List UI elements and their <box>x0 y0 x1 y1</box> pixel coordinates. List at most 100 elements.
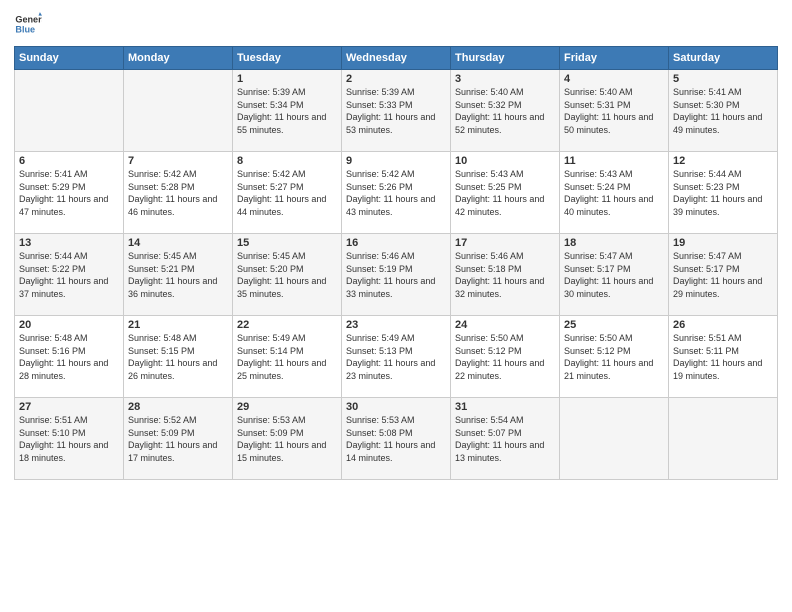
weekday-header-monday: Monday <box>124 47 233 70</box>
day-number: 25 <box>564 319 664 331</box>
day-cell: 4Sunrise: 5:40 AM Sunset: 5:31 PM Daylig… <box>560 70 669 152</box>
day-number: 20 <box>19 319 119 331</box>
day-content: Sunrise: 5:53 AM Sunset: 5:09 PM Dayligh… <box>237 414 337 464</box>
day-cell: 16Sunrise: 5:46 AM Sunset: 5:19 PM Dayli… <box>342 234 451 316</box>
day-content: Sunrise: 5:54 AM Sunset: 5:07 PM Dayligh… <box>455 414 555 464</box>
day-content: Sunrise: 5:53 AM Sunset: 5:08 PM Dayligh… <box>346 414 446 464</box>
day-number: 19 <box>673 237 773 249</box>
calendar-table: SundayMondayTuesdayWednesdayThursdayFrid… <box>14 46 778 480</box>
day-number: 14 <box>128 237 228 249</box>
day-content: Sunrise: 5:39 AM Sunset: 5:33 PM Dayligh… <box>346 86 446 136</box>
day-cell <box>15 70 124 152</box>
day-number: 21 <box>128 319 228 331</box>
svg-text:Blue: Blue <box>15 24 35 34</box>
day-cell: 30Sunrise: 5:53 AM Sunset: 5:08 PM Dayli… <box>342 398 451 480</box>
weekday-header-saturday: Saturday <box>669 47 778 70</box>
day-content: Sunrise: 5:48 AM Sunset: 5:16 PM Dayligh… <box>19 332 119 382</box>
day-cell <box>124 70 233 152</box>
week-row-1: 1Sunrise: 5:39 AM Sunset: 5:34 PM Daylig… <box>15 70 778 152</box>
day-cell: 5Sunrise: 5:41 AM Sunset: 5:30 PM Daylig… <box>669 70 778 152</box>
day-content: Sunrise: 5:43 AM Sunset: 5:25 PM Dayligh… <box>455 168 555 218</box>
day-content: Sunrise: 5:50 AM Sunset: 5:12 PM Dayligh… <box>564 332 664 382</box>
day-cell: 10Sunrise: 5:43 AM Sunset: 5:25 PM Dayli… <box>451 152 560 234</box>
day-number: 31 <box>455 401 555 413</box>
day-content: Sunrise: 5:40 AM Sunset: 5:32 PM Dayligh… <box>455 86 555 136</box>
header: General Blue <box>14 10 778 38</box>
day-content: Sunrise: 5:44 AM Sunset: 5:23 PM Dayligh… <box>673 168 773 218</box>
day-number: 6 <box>19 155 119 167</box>
day-cell: 25Sunrise: 5:50 AM Sunset: 5:12 PM Dayli… <box>560 316 669 398</box>
day-cell: 8Sunrise: 5:42 AM Sunset: 5:27 PM Daylig… <box>233 152 342 234</box>
day-cell: 27Sunrise: 5:51 AM Sunset: 5:10 PM Dayli… <box>15 398 124 480</box>
day-number: 23 <box>346 319 446 331</box>
day-content: Sunrise: 5:39 AM Sunset: 5:34 PM Dayligh… <box>237 86 337 136</box>
day-cell: 11Sunrise: 5:43 AM Sunset: 5:24 PM Dayli… <box>560 152 669 234</box>
day-content: Sunrise: 5:48 AM Sunset: 5:15 PM Dayligh… <box>128 332 228 382</box>
day-number: 22 <box>237 319 337 331</box>
day-number: 13 <box>19 237 119 249</box>
day-cell: 17Sunrise: 5:46 AM Sunset: 5:18 PM Dayli… <box>451 234 560 316</box>
day-number: 16 <box>346 237 446 249</box>
day-content: Sunrise: 5:42 AM Sunset: 5:27 PM Dayligh… <box>237 168 337 218</box>
day-content: Sunrise: 5:44 AM Sunset: 5:22 PM Dayligh… <box>19 250 119 300</box>
day-number: 9 <box>346 155 446 167</box>
day-cell: 31Sunrise: 5:54 AM Sunset: 5:07 PM Dayli… <box>451 398 560 480</box>
logo-icon: General Blue <box>14 10 42 38</box>
day-content: Sunrise: 5:42 AM Sunset: 5:26 PM Dayligh… <box>346 168 446 218</box>
day-number: 4 <box>564 73 664 85</box>
day-cell: 19Sunrise: 5:47 AM Sunset: 5:17 PM Dayli… <box>669 234 778 316</box>
day-cell: 7Sunrise: 5:42 AM Sunset: 5:28 PM Daylig… <box>124 152 233 234</box>
day-number: 11 <box>564 155 664 167</box>
day-number: 8 <box>237 155 337 167</box>
day-number: 24 <box>455 319 555 331</box>
day-content: Sunrise: 5:42 AM Sunset: 5:28 PM Dayligh… <box>128 168 228 218</box>
day-cell: 20Sunrise: 5:48 AM Sunset: 5:16 PM Dayli… <box>15 316 124 398</box>
day-content: Sunrise: 5:43 AM Sunset: 5:24 PM Dayligh… <box>564 168 664 218</box>
day-cell: 1Sunrise: 5:39 AM Sunset: 5:34 PM Daylig… <box>233 70 342 152</box>
day-content: Sunrise: 5:49 AM Sunset: 5:14 PM Dayligh… <box>237 332 337 382</box>
day-cell: 21Sunrise: 5:48 AM Sunset: 5:15 PM Dayli… <box>124 316 233 398</box>
day-number: 5 <box>673 73 773 85</box>
day-cell <box>560 398 669 480</box>
day-number: 18 <box>564 237 664 249</box>
day-cell: 9Sunrise: 5:42 AM Sunset: 5:26 PM Daylig… <box>342 152 451 234</box>
day-number: 15 <box>237 237 337 249</box>
day-number: 27 <box>19 401 119 413</box>
weekday-header-friday: Friday <box>560 47 669 70</box>
week-row-2: 6Sunrise: 5:41 AM Sunset: 5:29 PM Daylig… <box>15 152 778 234</box>
day-cell: 6Sunrise: 5:41 AM Sunset: 5:29 PM Daylig… <box>15 152 124 234</box>
day-number: 28 <box>128 401 228 413</box>
day-cell <box>669 398 778 480</box>
weekday-header-row: SundayMondayTuesdayWednesdayThursdayFrid… <box>15 47 778 70</box>
day-number: 17 <box>455 237 555 249</box>
logo: General Blue <box>14 10 46 38</box>
day-cell: 26Sunrise: 5:51 AM Sunset: 5:11 PM Dayli… <box>669 316 778 398</box>
day-content: Sunrise: 5:49 AM Sunset: 5:13 PM Dayligh… <box>346 332 446 382</box>
day-number: 1 <box>237 73 337 85</box>
week-row-3: 13Sunrise: 5:44 AM Sunset: 5:22 PM Dayli… <box>15 234 778 316</box>
day-number: 26 <box>673 319 773 331</box>
day-cell: 18Sunrise: 5:47 AM Sunset: 5:17 PM Dayli… <box>560 234 669 316</box>
day-cell: 29Sunrise: 5:53 AM Sunset: 5:09 PM Dayli… <box>233 398 342 480</box>
day-content: Sunrise: 5:45 AM Sunset: 5:20 PM Dayligh… <box>237 250 337 300</box>
day-content: Sunrise: 5:47 AM Sunset: 5:17 PM Dayligh… <box>673 250 773 300</box>
day-cell: 12Sunrise: 5:44 AM Sunset: 5:23 PM Dayli… <box>669 152 778 234</box>
day-number: 12 <box>673 155 773 167</box>
day-cell: 13Sunrise: 5:44 AM Sunset: 5:22 PM Dayli… <box>15 234 124 316</box>
day-cell: 2Sunrise: 5:39 AM Sunset: 5:33 PM Daylig… <box>342 70 451 152</box>
day-cell: 24Sunrise: 5:50 AM Sunset: 5:12 PM Dayli… <box>451 316 560 398</box>
day-content: Sunrise: 5:40 AM Sunset: 5:31 PM Dayligh… <box>564 86 664 136</box>
day-cell: 23Sunrise: 5:49 AM Sunset: 5:13 PM Dayli… <box>342 316 451 398</box>
day-cell: 3Sunrise: 5:40 AM Sunset: 5:32 PM Daylig… <box>451 70 560 152</box>
day-number: 7 <box>128 155 228 167</box>
day-content: Sunrise: 5:52 AM Sunset: 5:09 PM Dayligh… <box>128 414 228 464</box>
day-cell: 15Sunrise: 5:45 AM Sunset: 5:20 PM Dayli… <box>233 234 342 316</box>
day-number: 30 <box>346 401 446 413</box>
day-content: Sunrise: 5:41 AM Sunset: 5:30 PM Dayligh… <box>673 86 773 136</box>
day-number: 2 <box>346 73 446 85</box>
svg-text:General: General <box>15 15 42 25</box>
day-content: Sunrise: 5:41 AM Sunset: 5:29 PM Dayligh… <box>19 168 119 218</box>
page: General Blue SundayMondayTuesdayWednesda… <box>0 0 792 612</box>
weekday-header-thursday: Thursday <box>451 47 560 70</box>
day-content: Sunrise: 5:45 AM Sunset: 5:21 PM Dayligh… <box>128 250 228 300</box>
